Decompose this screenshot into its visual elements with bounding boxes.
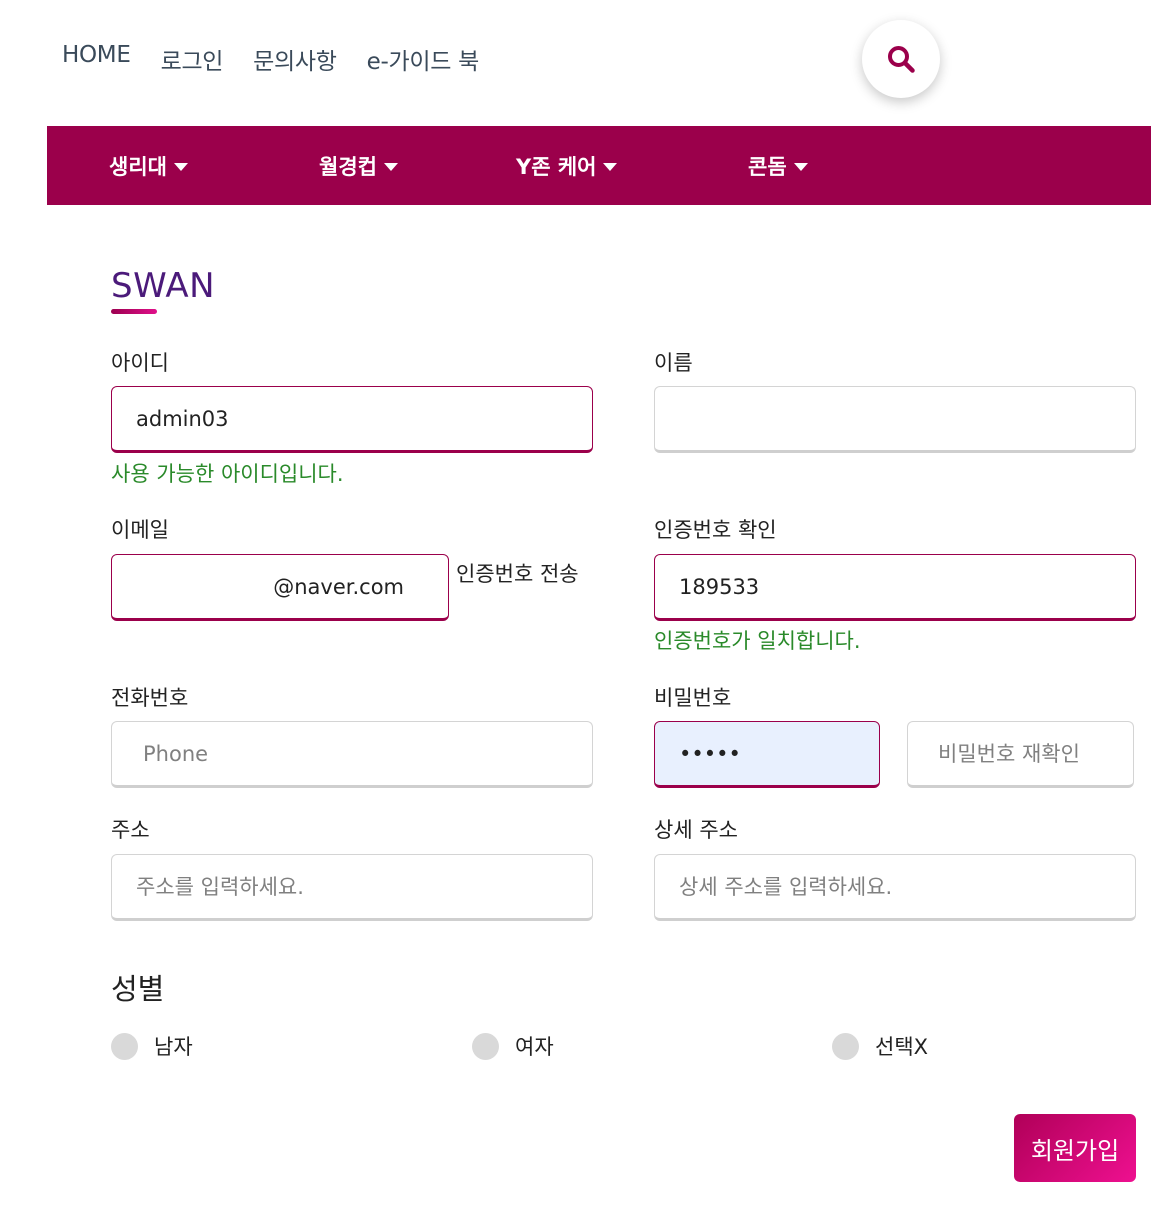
address-detail-input[interactable] bbox=[654, 854, 1136, 921]
radio-circle-icon bbox=[111, 1032, 138, 1060]
caret-down-icon bbox=[173, 163, 188, 171]
brand-underline bbox=[111, 309, 157, 314]
address-label: 주소 bbox=[111, 818, 150, 842]
name-label: 이름 bbox=[654, 351, 693, 375]
email-input[interactable] bbox=[111, 554, 449, 621]
category-label: 월경컵 bbox=[319, 154, 377, 179]
caret-down-icon bbox=[793, 163, 808, 171]
radio-circle-icon bbox=[472, 1032, 499, 1060]
category-bar: 생리대 월경컵 Y존 케어 콘돔 bbox=[47, 126, 1151, 205]
phone-label: 전화번호 bbox=[111, 686, 189, 710]
caret-down-icon bbox=[383, 163, 398, 171]
category-label: 생리대 bbox=[109, 154, 167, 179]
category-yzone-care[interactable]: Y존 케어 bbox=[516, 126, 618, 205]
radio-circle-icon bbox=[832, 1032, 859, 1060]
category-label: 콘돔 bbox=[748, 154, 787, 179]
userid-help-text: 사용 가능한 아이디입니다. bbox=[111, 462, 344, 486]
verify-label: 인증번호 확인 bbox=[654, 518, 777, 542]
category-menstrual-cup[interactable]: 월경컵 bbox=[319, 126, 398, 205]
password-input[interactable] bbox=[654, 721, 880, 788]
address-input[interactable] bbox=[111, 854, 593, 921]
userid-input[interactable] bbox=[111, 386, 593, 453]
nav-login-link[interactable]: 로그인 bbox=[161, 42, 224, 76]
category-label: Y존 케어 bbox=[516, 154, 597, 179]
phone-input[interactable] bbox=[111, 721, 593, 788]
nav-eguide-link[interactable]: e-가이드 북 bbox=[367, 42, 480, 76]
radio-label: 선택X bbox=[875, 1035, 929, 1059]
userid-label: 아이디 bbox=[111, 351, 169, 375]
send-code-button[interactable]: 인증번호 전송 bbox=[456, 558, 579, 588]
search-icon bbox=[888, 46, 915, 73]
nav-inquiry-link[interactable]: 문의사항 bbox=[253, 42, 337, 76]
address-detail-label: 상세 주소 bbox=[654, 818, 738, 842]
gender-female-radio[interactable]: 여자 bbox=[472, 1031, 554, 1061]
verify-help-text: 인증번호가 일치합니다. bbox=[654, 629, 861, 653]
password-confirm-input[interactable] bbox=[907, 721, 1134, 788]
verify-code-input[interactable] bbox=[654, 554, 1136, 621]
gender-male-radio[interactable]: 남자 bbox=[111, 1031, 193, 1061]
gender-none-radio[interactable]: 선택X bbox=[832, 1031, 928, 1061]
gender-label: 성별 bbox=[111, 972, 165, 1006]
password-label: 비밀번호 bbox=[654, 686, 732, 710]
signup-button[interactable]: 회원가입 bbox=[1014, 1114, 1136, 1182]
search-button[interactable] bbox=[862, 20, 940, 98]
brand-title: SWAN bbox=[111, 266, 216, 306]
top-nav: HOME 로그인 문의사항 e-가이드 북 bbox=[62, 42, 479, 76]
radio-label: 여자 bbox=[515, 1035, 554, 1059]
radio-label: 남자 bbox=[154, 1035, 193, 1059]
category-pads[interactable]: 생리대 bbox=[109, 126, 188, 205]
caret-down-icon bbox=[603, 163, 618, 171]
nav-home-link[interactable]: HOME bbox=[62, 42, 131, 76]
email-label: 이메일 bbox=[111, 518, 169, 542]
category-condom[interactable]: 콘돔 bbox=[748, 126, 808, 205]
name-input[interactable] bbox=[654, 386, 1136, 453]
